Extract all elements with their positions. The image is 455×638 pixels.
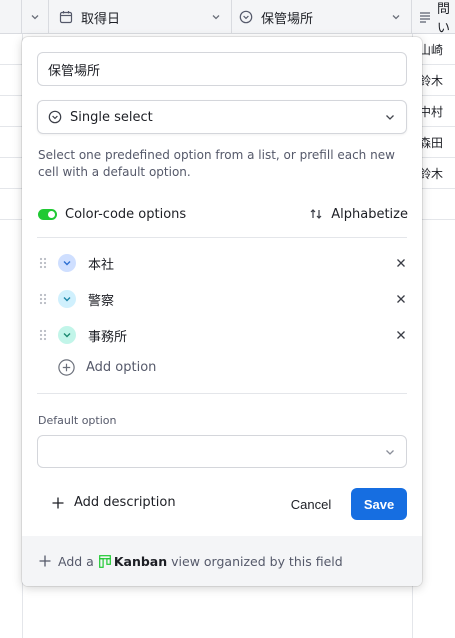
chevron-down-icon[interactable]: [211, 12, 221, 22]
add-option-label: Add option: [86, 360, 157, 375]
grid-column-dropdown[interactable]: [22, 0, 49, 34]
cancel-button[interactable]: Cancel: [282, 489, 340, 519]
option-color-pill[interactable]: [58, 290, 76, 308]
chevron-down-icon[interactable]: [391, 12, 401, 22]
column-header-label: 問い: [437, 2, 451, 36]
grid-column-collapsed[interactable]: [0, 0, 22, 34]
calendar-icon: [59, 10, 73, 24]
column-header-date[interactable]: 取得日: [49, 0, 232, 34]
chevron-down-icon: [31, 15, 39, 20]
plus-icon: [39, 555, 51, 567]
footer-kanban-label: Kanban: [113, 553, 168, 569]
color-code-row: Color-code options Alphabetize: [38, 205, 408, 223]
plus-icon: [52, 497, 64, 509]
drag-handle-icon[interactable]: [38, 256, 48, 270]
close-icon[interactable]: [394, 256, 408, 270]
add-description-label: Add description: [74, 495, 176, 510]
color-code-label: Color-code options: [65, 206, 187, 222]
field-type-label: Single select: [70, 109, 153, 125]
plus-circle-icon: [58, 359, 75, 376]
single-select-icon: [239, 10, 253, 24]
drag-handle-icon[interactable]: [38, 292, 48, 306]
color-code-toggle[interactable]: [38, 208, 57, 220]
option-color-pill[interactable]: [58, 254, 76, 272]
sort-icon: [309, 207, 323, 221]
option-row: 本社: [38, 251, 408, 275]
option-row: 警察: [38, 287, 408, 311]
column-header-question[interactable]: 問い: [412, 0, 455, 36]
divider: [37, 237, 407, 238]
option-color-pill[interactable]: [58, 326, 76, 344]
field-config-dialog: 保管場所 Single select Select one predefined…: [22, 37, 422, 586]
default-option-select[interactable]: [37, 435, 407, 468]
chevron-down-icon: [384, 446, 396, 458]
chevron-down-icon: [384, 111, 396, 123]
option-row: 事務所: [38, 323, 408, 347]
column-header-label: 取得日: [81, 11, 121, 27]
kanban-icon: [98, 554, 111, 568]
grid-header: 取得日 保管場所 問い: [0, 0, 455, 36]
column-header-label: 保管場所: [261, 11, 314, 27]
field-name-value: 保管場所: [48, 63, 101, 79]
single-select-icon: [48, 110, 62, 124]
option-label[interactable]: 本社: [88, 254, 114, 273]
divider: [37, 393, 407, 394]
kanban-suggestion-footer[interactable]: Add a Kanban view organized by this fiel…: [22, 536, 422, 586]
add-description-button[interactable]: Add description: [52, 495, 176, 510]
add-option-button[interactable]: Add option: [58, 359, 156, 376]
default-option-label: Default option: [38, 414, 117, 427]
long-text-icon: [418, 10, 432, 24]
footer-suffix: view organized by this field: [171, 553, 343, 569]
footer-prefix: Add a: [58, 553, 94, 569]
option-label[interactable]: 事務所: [88, 326, 127, 345]
drag-handle-icon[interactable]: [38, 328, 48, 342]
option-label[interactable]: 警察: [88, 290, 114, 309]
alphabetize-label: Alphabetize: [331, 206, 408, 222]
column-header-location[interactable]: 保管場所: [232, 0, 412, 34]
save-button[interactable]: Save: [351, 488, 407, 520]
field-type-select[interactable]: Single select: [37, 100, 407, 134]
field-type-description: Select one predefined option from a list…: [38, 148, 395, 179]
close-icon[interactable]: [394, 292, 408, 306]
alphabetize-button[interactable]: Alphabetize: [309, 207, 408, 222]
close-icon[interactable]: [394, 328, 408, 342]
field-name-input[interactable]: 保管場所: [37, 52, 407, 86]
